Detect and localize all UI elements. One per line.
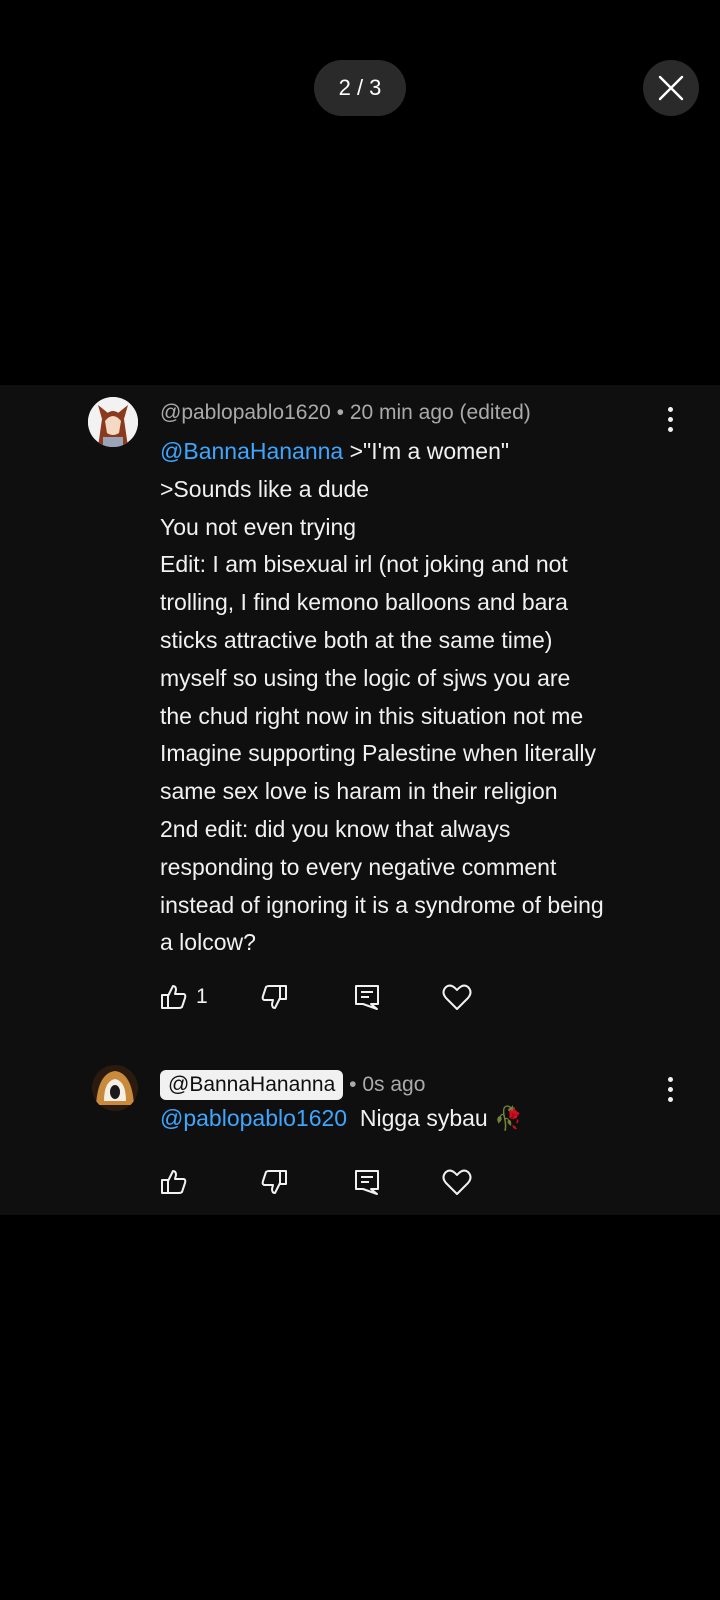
- dislike-button[interactable]: [260, 979, 288, 1015]
- heart-button[interactable]: [442, 1164, 472, 1200]
- screenshot-panel: @pablopablo1620 • 20 min ago (edited) @B…: [0, 385, 720, 1215]
- more-button[interactable]: [664, 407, 676, 435]
- avatar[interactable]: [92, 1065, 138, 1111]
- comment-line: >Sounds like a dude: [160, 475, 370, 502]
- reply-icon: [355, 1170, 379, 1195]
- comment-actions: [160, 1164, 520, 1200]
- author-chip[interactable]: @BannaHananna: [160, 1070, 344, 1100]
- thumb-down-icon: [261, 985, 287, 1009]
- comment-line: a lolcow?: [160, 929, 256, 956]
- image-counter: 2 / 3: [314, 60, 406, 116]
- close-button[interactable]: [643, 60, 699, 116]
- heart-icon: [442, 984, 472, 1010]
- avatar-image: [88, 397, 138, 447]
- reply-button[interactable]: [353, 979, 381, 1015]
- heart-icon: [442, 1169, 472, 1195]
- thumb-down-icon: [261, 1170, 287, 1194]
- comment-line: same sex love is haram in their religion: [160, 778, 558, 805]
- comment-line: @BannaHananna >"I'm a women": [160, 433, 680, 471]
- comment-body: @BannaHananna >"I'm a women" >Sounds lik…: [160, 433, 680, 962]
- comment-text: >"I'm a women": [343, 438, 510, 464]
- heart-button[interactable]: [442, 979, 472, 1015]
- comment-line: myself so using the logic of sjws you ar…: [160, 664, 571, 691]
- mention-link[interactable]: @BannaHananna: [160, 438, 343, 464]
- comment-actions: 1: [160, 979, 520, 1015]
- comment-line: trolling, I find kemono balloons and bar…: [160, 589, 568, 616]
- comment-meta[interactable]: @pablopablo1620 • 20 min ago (edited): [160, 401, 531, 425]
- comment-line: @pablopablo1620 Nigga sybau 🥀: [160, 1100, 680, 1138]
- comment-text: Nigga sybau 🥀: [347, 1105, 523, 1131]
- comment-time: • 0s ago: [343, 1073, 426, 1096]
- more-vert-icon: [664, 407, 676, 432]
- comment-line: responding to every negative comment: [160, 853, 557, 880]
- comment-body: @pablopablo1620 Nigga sybau 🥀: [160, 1100, 680, 1138]
- dislike-button[interactable]: [260, 1164, 288, 1200]
- like-button[interactable]: 1: [160, 979, 208, 1015]
- avatar-image: [92, 1065, 138, 1111]
- like-count: 1: [196, 985, 208, 1008]
- comment-line: 2nd edit: did you know that always: [160, 815, 511, 842]
- more-vert-icon: [664, 1077, 676, 1102]
- comment-line: Edit: I am bisexual irl (not joking and …: [160, 551, 568, 578]
- thumb-up-icon: [161, 985, 187, 1009]
- comment-line: sticks attractive both at the same time): [160, 626, 553, 653]
- comment-line: the chud right now in this situation not…: [160, 702, 584, 729]
- reply-icon: [355, 985, 379, 1010]
- close-icon: [658, 75, 684, 101]
- thumb-up-icon: [161, 1170, 187, 1194]
- avatar[interactable]: [88, 397, 138, 447]
- like-button[interactable]: [160, 1164, 188, 1200]
- comment-line: Imagine supporting Palestine when litera…: [160, 740, 596, 767]
- comment-meta: @BannaHananna • 0s ago: [160, 1070, 425, 1100]
- reply-button[interactable]: [353, 1164, 381, 1200]
- mention-link[interactable]: @pablopablo1620: [160, 1105, 347, 1131]
- comment-line: You not even trying: [160, 513, 357, 540]
- comment-line: instead of ignoring it is a syndrome of …: [160, 891, 604, 918]
